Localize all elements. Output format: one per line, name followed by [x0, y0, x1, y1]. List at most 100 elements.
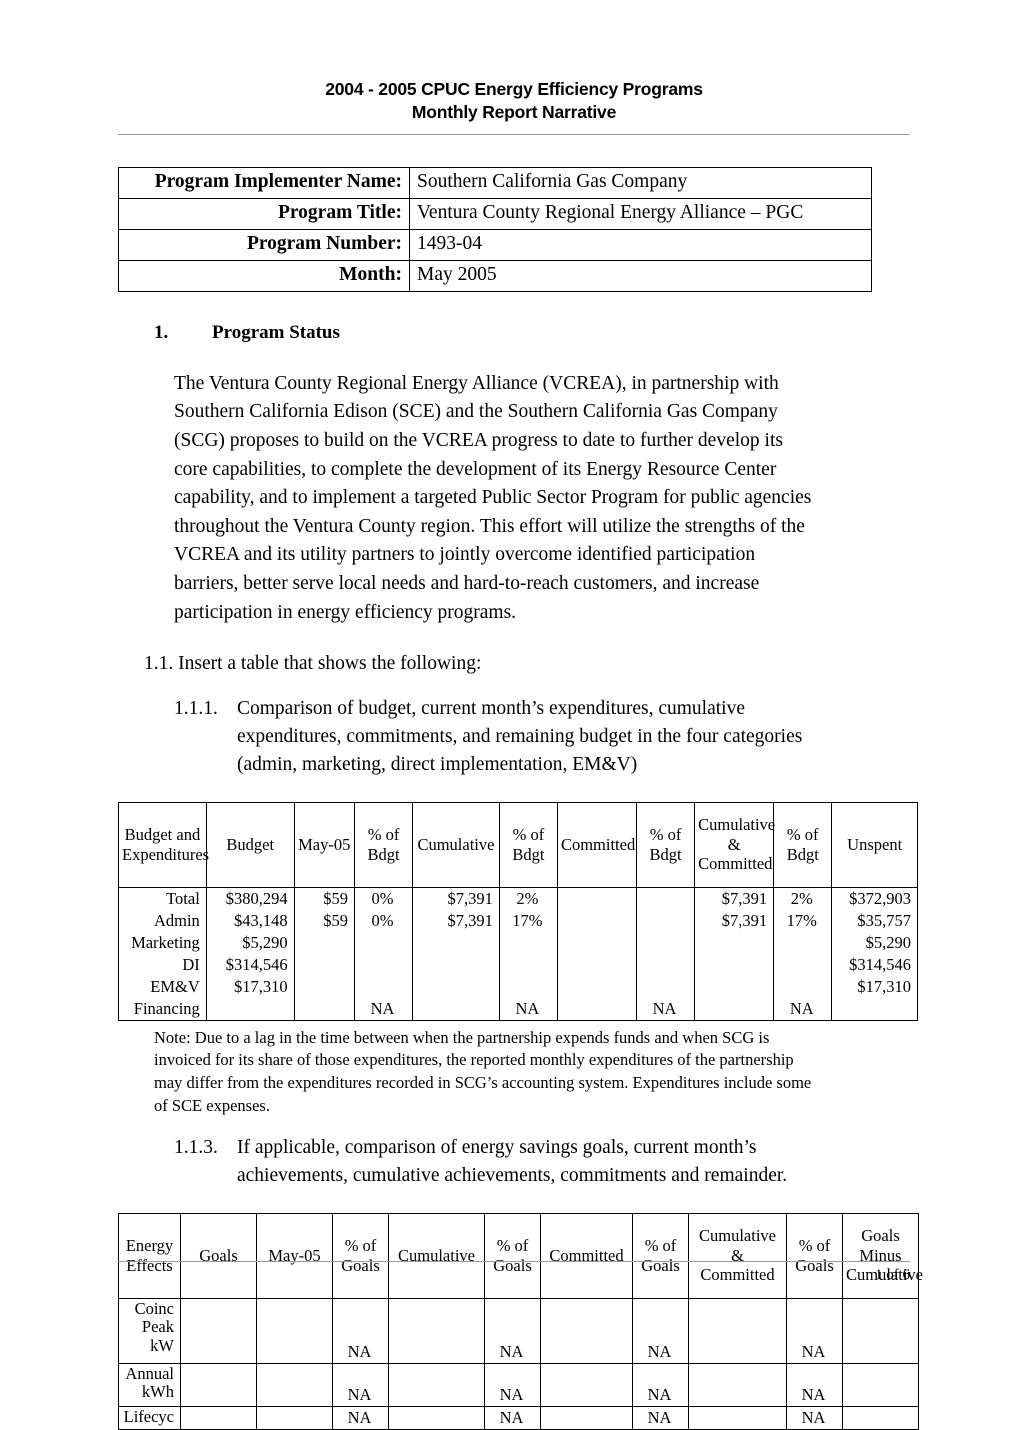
goals-cell-label: Annual kWh — [118, 1362, 181, 1407]
budget-cell-cum-committed: $7,391 — [694, 886, 775, 910]
budget-cell-cum-committed — [694, 975, 775, 998]
budget-table-body: Total $380,294 $59 0% $7,391 2% $7,391 2… — [118, 886, 918, 1021]
goals-cell-goals-minus-cumulative — [842, 1362, 919, 1407]
info-value-program-number: 1493-04 — [409, 228, 872, 261]
budget-cell-unspent: $35,757 — [831, 909, 918, 932]
goals-cell-goals-minus-cumulative — [842, 1405, 919, 1430]
budget-col-header-pct-bdgt-4: % of Bdgt — [773, 801, 833, 888]
budget-cell-unspent: $5,290 — [831, 931, 918, 954]
goals-col-header-pct-goals-3: % of Goals — [632, 1212, 689, 1299]
goals-cell-pct-goals-3: NA — [632, 1297, 689, 1364]
document-page: 2004 - 2005 CPUC Energy Efficiency Progr… — [0, 0, 1020, 1430]
budget-cell-pct-bdgt-3 — [635, 975, 696, 998]
goals-cell-pct-goals-1: NA — [332, 1405, 389, 1430]
budget-col-header-may05: May-05 — [293, 801, 355, 888]
budget-cell-committed — [556, 975, 637, 998]
budget-expenditures-table: Budget and Expenditures Budget May-05 % … — [118, 801, 918, 1021]
budget-cell-pct-bdgt-4 — [773, 953, 833, 976]
header-title-line-2: Monthly Report Narrative — [411, 102, 617, 123]
budget-table-note: Note: Due to a lag in the time between w… — [154, 1027, 812, 1115]
budget-cell-pct-bdgt-2: 17% — [498, 909, 558, 932]
info-label-program-number: Program Number: — [118, 228, 410, 261]
goals-cell-goals — [180, 1405, 257, 1430]
goals-cell-committed — [540, 1405, 633, 1430]
info-label-program-title: Program Title: — [118, 197, 410, 230]
budget-cell-pct-bdgt-4 — [773, 931, 833, 954]
section-title: Program Status — [212, 321, 340, 343]
budget-cell-cumulative — [412, 931, 500, 954]
table-row: Annual kWh NA NA NA NA — [118, 1362, 919, 1407]
goals-cell-may05 — [256, 1405, 333, 1430]
table-row: Total $380,294 $59 0% $7,391 2% $7,391 2… — [118, 886, 918, 910]
table-row: Program Title: Ventura County Regional E… — [118, 197, 872, 230]
goals-cell-label: Lifecyc — [118, 1405, 181, 1430]
list-item-1-1-3-text: If applicable, comparison of energy savi… — [237, 1137, 788, 1187]
table-row: Financing NA NA NA NA — [118, 997, 918, 1021]
budget-cell-may05: $59 — [293, 886, 355, 910]
program-status-paragraph: The Ventura County Regional Energy Allia… — [174, 372, 812, 623]
goals-col-header-pct-goals-4: % of Goals — [786, 1212, 843, 1299]
table-row: Coinc Peak kW NA NA NA NA — [118, 1297, 919, 1364]
goals-cell-cum-committed — [688, 1405, 787, 1430]
budget-cell-cumulative: $7,391 — [412, 909, 500, 932]
budget-cell-pct-bdgt-3 — [635, 931, 696, 954]
budget-cell-budget: $380,294 — [205, 886, 295, 910]
table-row: Month: May 2005 — [118, 259, 872, 292]
section-heading-program-status: 1. Program Status — [118, 322, 910, 344]
budget-cell-cumulative: $7,391 — [412, 886, 500, 910]
budget-cell-pct-bdgt-1: 0% — [353, 886, 414, 910]
goals-cell-pct-goals-3: NA — [632, 1362, 689, 1407]
budget-col-header-committed: Committed — [556, 801, 637, 888]
info-label-month: Month: — [118, 259, 410, 292]
goals-col-header-cum-committed: Cumulative & Committed — [688, 1212, 787, 1299]
budget-col-header-pct-bdgt-2: % of Bdgt — [498, 801, 558, 888]
goals-col-header-cumulative: Cumulative — [388, 1212, 485, 1299]
table-row: DI $314,546 $314,546 — [118, 953, 918, 976]
budget-cell-pct-bdgt-1: NA — [353, 997, 414, 1021]
budget-cell-pct-bdgt-3: NA — [635, 997, 696, 1021]
list-item-1-1-1: 1.1.1. Comparison of budget, current mon… — [118, 695, 910, 780]
budget-cell-unspent: $372,903 — [831, 886, 918, 910]
budget-cell-pct-bdgt-2 — [498, 953, 558, 976]
table-header-row: Budget and Expenditures Budget May-05 % … — [118, 801, 918, 888]
budget-cell-pct-bdgt-2: 2% — [498, 886, 558, 910]
budget-cell-label: EM&V — [118, 975, 207, 998]
budget-cell-pct-bdgt-4: NA — [773, 997, 833, 1021]
budget-cell-cum-committed — [694, 953, 775, 976]
budget-col-header-category: Budget and Expenditures — [118, 801, 209, 888]
budget-cell-committed — [556, 931, 637, 954]
goals-cell-committed — [540, 1297, 633, 1364]
budget-cell-pct-bdgt-2 — [498, 931, 558, 954]
budget-cell-cum-committed — [694, 997, 775, 1021]
goals-cell-pct-goals-2: NA — [484, 1362, 541, 1407]
budget-cell-may05: $59 — [293, 909, 355, 932]
section-number: 1. — [154, 321, 169, 343]
goals-cell-pct-goals-4: NA — [786, 1405, 843, 1430]
budget-col-header-cum-committed: Cumulative & Committed — [694, 801, 775, 888]
goals-cell-label: Coinc Peak kW — [118, 1297, 181, 1364]
budget-col-header-pct-bdgt-3: % of Bdgt — [635, 801, 696, 888]
budget-cell-pct-bdgt-4: 17% — [773, 909, 833, 932]
goals-col-header-may05: May-05 — [256, 1212, 333, 1299]
energy-effects-goals-table: Energy Effects Goals May-05 % of Goals C… — [118, 1212, 923, 1430]
info-value-implementer-name: Southern California Gas Company — [409, 166, 872, 199]
budget-cell-committed — [556, 886, 637, 910]
goals-cell-goals-minus-cumulative — [842, 1297, 919, 1364]
budget-cell-may05 — [293, 953, 355, 976]
goals-cell-pct-goals-4: NA — [786, 1297, 843, 1364]
budget-cell-budget: $17,310 — [205, 975, 295, 998]
page-number: 1 of 6 — [875, 1267, 910, 1283]
goals-col-header-pct-goals-1: % of Goals — [332, 1212, 389, 1299]
budget-cell-committed — [556, 909, 637, 932]
list-item-1-1-1-number: 1.1.1. — [174, 697, 218, 719]
budget-cell-pct-bdgt-2 — [498, 975, 558, 998]
budget-cell-cum-committed — [694, 931, 775, 954]
budget-cell-pct-bdgt-3 — [635, 953, 696, 976]
goals-cell-goals — [180, 1362, 257, 1407]
budget-cell-pct-bdgt-3 — [635, 909, 696, 932]
document-header: 2004 - 2005 CPUC Energy Efficiency Progr… — [118, 78, 910, 125]
table-row: EM&V $17,310 $17,310 — [118, 975, 918, 998]
goals-table-body: Coinc Peak kW NA NA NA NA Annual kWh NA … — [118, 1297, 919, 1430]
goals-cell-committed — [540, 1362, 633, 1407]
budget-cell-may05 — [293, 975, 355, 998]
